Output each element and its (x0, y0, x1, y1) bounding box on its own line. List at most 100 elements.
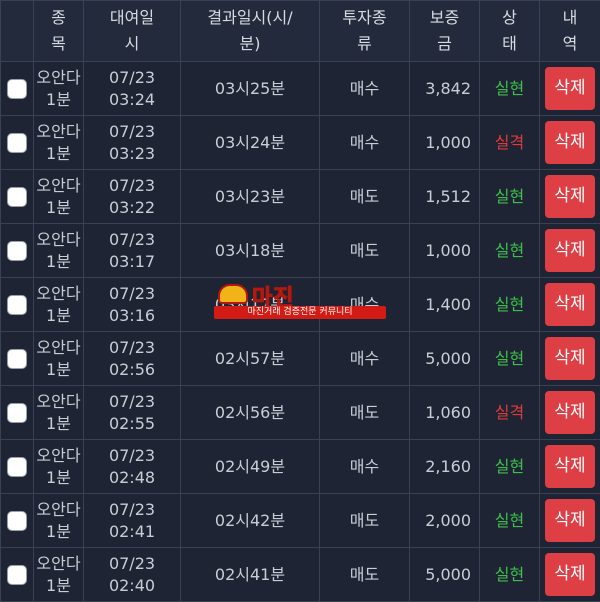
delete-button[interactable]: 삭제 (545, 175, 595, 218)
row-checkbox[interactable] (7, 457, 27, 477)
delete-button[interactable]: 삭제 (545, 283, 595, 326)
delete-button[interactable]: 삭제 (545, 553, 595, 596)
delete-button[interactable]: 삭제 (545, 337, 595, 380)
table-row: 오안다 1분07/23 02:5602시57분매수5,000실현삭제 (1, 332, 600, 386)
table-row: 오안다 1분07/23 02:4802시49분매수2,160실현삭제 (1, 440, 600, 494)
row-item: 오안다 1분 (34, 440, 84, 494)
row-checkbox[interactable] (7, 511, 27, 531)
row-type: 매도 (320, 170, 410, 224)
row-rent-time: 07/23 02:41 (84, 494, 181, 548)
row-rent-time: 07/23 03:16 (84, 278, 181, 332)
row-type: 매수 (320, 116, 410, 170)
row-delete: 삭제 (540, 494, 600, 548)
row-rent-time: 07/23 03:17 (84, 224, 181, 278)
row-checkbox[interactable] (1, 332, 34, 386)
row-status: 실격 (480, 116, 540, 170)
row-item: 오안다 1분 (34, 278, 84, 332)
row-checkbox[interactable] (7, 79, 27, 99)
row-checkbox[interactable] (7, 295, 27, 315)
row-checkbox[interactable] (7, 565, 27, 585)
row-result-time: 03시18분 (181, 224, 320, 278)
row-checkbox[interactable] (1, 440, 34, 494)
row-item: 오안다 1분 (34, 332, 84, 386)
header-result-time: 결과일시(시/ 분) (181, 1, 320, 62)
row-result-time: 03시25분 (181, 62, 320, 116)
row-status: 실현 (480, 62, 540, 116)
row-checkbox[interactable] (1, 386, 34, 440)
row-rent-time: 07/23 02:56 (84, 332, 181, 386)
delete-button[interactable]: 삭제 (545, 229, 595, 272)
row-deposit: 3,842 (410, 62, 480, 116)
row-rent-time: 07/23 02:55 (84, 386, 181, 440)
row-result-time: 02시49분 (181, 440, 320, 494)
row-status: 실현 (480, 278, 540, 332)
table-row: 오안다 1분07/23 03:2303시24분매수1,000실격삭제 (1, 116, 600, 170)
delete-button[interactable]: 삭제 (545, 67, 595, 110)
row-deposit: 1,400 (410, 278, 480, 332)
row-checkbox[interactable] (1, 170, 34, 224)
row-delete: 삭제 (540, 62, 600, 116)
row-deposit: 1,000 (410, 116, 480, 170)
row-checkbox[interactable] (1, 224, 34, 278)
delete-button[interactable]: 삭제 (545, 391, 595, 434)
row-status: 실현 (480, 332, 540, 386)
table-row: 오안다 1분07/23 03:2203시23분매도1,512실현삭제 (1, 170, 600, 224)
row-checkbox[interactable] (1, 62, 34, 116)
row-checkbox[interactable] (1, 278, 34, 332)
row-deposit: 1,512 (410, 170, 480, 224)
table-row: 오안다 1분07/23 03:2403시25분매수3,842실현삭제 (1, 62, 600, 116)
row-status: 실현 (480, 440, 540, 494)
delete-button[interactable]: 삭제 (545, 121, 595, 164)
row-rent-time: 07/23 03:23 (84, 116, 181, 170)
row-delete: 삭제 (540, 278, 600, 332)
row-deposit: 1,000 (410, 224, 480, 278)
row-type: 매수 (320, 62, 410, 116)
row-status: 실현 (480, 170, 540, 224)
row-delete: 삭제 (540, 386, 600, 440)
header-type: 투자종 류 (320, 1, 410, 62)
row-delete: 삭제 (540, 332, 600, 386)
row-item: 오안다 1분 (34, 386, 84, 440)
table-header-row: 종 목 대여일 시 결과일시(시/ 분) 투자종 류 보증 금 상 태 내 역 (1, 1, 600, 62)
row-checkbox[interactable] (7, 133, 27, 153)
row-item: 오안다 1분 (34, 62, 84, 116)
trade-history-table: 종 목 대여일 시 결과일시(시/ 분) 투자종 류 보증 금 상 태 내 역 … (0, 0, 600, 602)
row-status: 실격 (480, 386, 540, 440)
row-checkbox[interactable] (1, 548, 34, 602)
row-delete: 삭제 (540, 170, 600, 224)
header-deposit: 보증 금 (410, 1, 480, 62)
row-checkbox[interactable] (7, 403, 27, 423)
row-status: 실현 (480, 494, 540, 548)
header-select (1, 1, 34, 62)
row-rent-time: 07/23 03:24 (84, 62, 181, 116)
row-deposit: 1,060 (410, 386, 480, 440)
row-item: 오안다 1분 (34, 494, 84, 548)
delete-button[interactable]: 삭제 (545, 445, 595, 488)
row-deposit: 5,000 (410, 332, 480, 386)
row-rent-time: 07/23 02:40 (84, 548, 181, 602)
header-item: 종 목 (34, 1, 84, 62)
table-row: 오안다 1분07/23 02:4102시42분매도2,000실현삭제 (1, 494, 600, 548)
table-row: 오안다 1분07/23 03:1703시18분매도1,000실현삭제 (1, 224, 600, 278)
row-checkbox[interactable] (7, 349, 27, 369)
row-delete: 삭제 (540, 548, 600, 602)
row-deposit: 2,160 (410, 440, 480, 494)
row-result-time: 03시23분 (181, 170, 320, 224)
row-checkbox[interactable] (7, 241, 27, 261)
row-status: 실현 (480, 224, 540, 278)
row-result-time: 03시17분 (181, 278, 320, 332)
delete-button[interactable]: 삭제 (545, 499, 595, 542)
row-result-time: 02시41분 (181, 548, 320, 602)
row-checkbox[interactable] (1, 494, 34, 548)
row-rent-time: 07/23 02:48 (84, 440, 181, 494)
row-checkbox[interactable] (7, 187, 27, 207)
header-rent-time: 대여일 시 (84, 1, 181, 62)
row-type: 매도 (320, 548, 410, 602)
row-result-time: 02시42분 (181, 494, 320, 548)
row-delete: 삭제 (540, 116, 600, 170)
row-result-time: 02시56분 (181, 386, 320, 440)
row-item: 오안다 1분 (34, 116, 84, 170)
row-checkbox[interactable] (1, 116, 34, 170)
row-deposit: 2,000 (410, 494, 480, 548)
table-row: 오안다 1분07/23 02:4002시41분매도5,000실현삭제 (1, 548, 600, 602)
